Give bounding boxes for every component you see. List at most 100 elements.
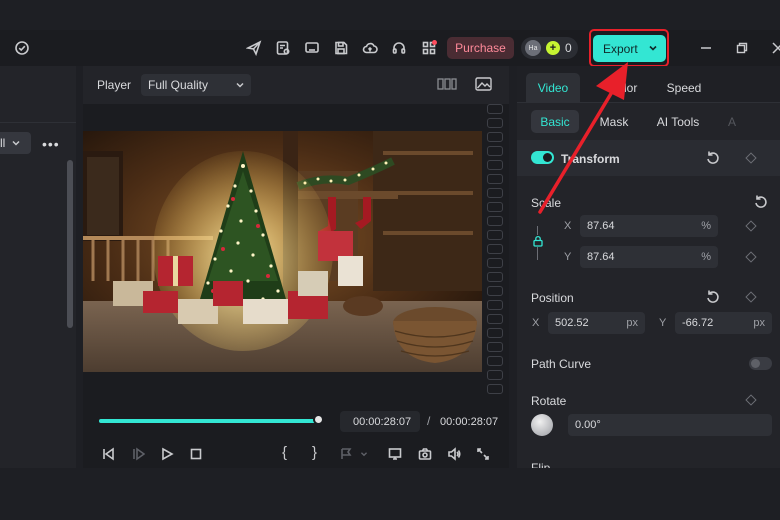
media-panel	[0, 66, 76, 468]
film-strip	[483, 104, 507, 394]
play-icon[interactable]	[158, 445, 176, 463]
film-cell	[487, 202, 503, 212]
tab-divider	[517, 102, 780, 103]
mark-out-button[interactable]: }	[312, 444, 317, 461]
monitor-icon[interactable]	[302, 38, 322, 58]
display-icon[interactable]	[386, 445, 404, 463]
film-cell	[487, 104, 503, 114]
avatar: Ha	[525, 40, 541, 56]
transform-section-header	[517, 140, 780, 176]
film-cell	[487, 160, 503, 170]
reset-icon[interactable]	[705, 150, 721, 166]
path-curve-toggle[interactable]	[749, 357, 772, 370]
scale-x-value: 87.64	[587, 220, 615, 232]
scale-x-label: X	[564, 220, 572, 232]
subtab-basic[interactable]: Basic	[531, 110, 579, 133]
panel-divider	[0, 122, 76, 123]
chevron-down-icon[interactable]	[358, 445, 370, 463]
camera-icon[interactable]	[416, 445, 434, 463]
credits-badge[interactable]: Ha + 0	[521, 37, 578, 59]
chevron-down-icon[interactable]	[648, 43, 658, 53]
headset-icon[interactable]	[389, 38, 409, 58]
transform-label: Transform	[561, 152, 620, 166]
marker-icon[interactable]	[337, 445, 355, 463]
save-icon[interactable]	[331, 38, 351, 58]
player-title: Player	[97, 78, 132, 92]
layout-grid-icon[interactable]	[437, 77, 457, 91]
film-cell	[487, 132, 503, 142]
film-cell	[487, 272, 503, 282]
position-y-unit: px	[753, 317, 765, 329]
progress-handle[interactable]	[313, 414, 324, 425]
film-cell	[487, 384, 503, 394]
cloud-upload-icon[interactable]	[360, 38, 380, 58]
image-icon[interactable]	[474, 76, 494, 92]
top-band	[0, 0, 780, 30]
document-settings-icon[interactable]	[273, 38, 293, 58]
volume-icon[interactable]	[445, 445, 463, 463]
film-cell	[487, 188, 503, 198]
position-y-value: -66.72	[682, 317, 714, 329]
grid-icon[interactable]	[419, 38, 439, 58]
lock-icon[interactable]	[532, 235, 544, 247]
position-x-input[interactable]: 502.52 px	[548, 312, 645, 334]
send-icon[interactable]	[244, 38, 264, 58]
tab-color[interactable]: Color	[596, 73, 650, 102]
reset-icon[interactable]	[753, 194, 769, 210]
film-cell	[487, 244, 503, 254]
quality-value: Full Quality	[148, 78, 209, 92]
scale-x-input[interactable]: 87.64 %	[580, 215, 718, 237]
subtab-mask[interactable]: Mask	[590, 110, 638, 133]
scale-y-input[interactable]: 87.64 %	[580, 246, 718, 268]
previous-frame-icon[interactable]	[99, 445, 117, 463]
subtab-ai-tools[interactable]: AI Tools	[652, 110, 704, 133]
next-frame-icon[interactable]	[129, 445, 147, 463]
more-options-icon[interactable]: •••	[42, 136, 60, 152]
tab-video[interactable]: Video	[526, 73, 580, 102]
chevron-down-icon	[12, 140, 20, 146]
film-cell	[487, 174, 503, 184]
stop-icon[interactable]	[187, 445, 205, 463]
transform-toggle[interactable]	[531, 151, 554, 164]
minimize-icon[interactable]	[696, 38, 716, 58]
check-circle-icon[interactable]	[12, 38, 32, 58]
film-cell	[487, 258, 503, 268]
media-filter-dropdown[interactable]: ll	[0, 132, 31, 154]
film-cell	[487, 118, 503, 128]
bottom-band	[0, 468, 780, 520]
rotate-label: Rotate	[531, 394, 567, 408]
mark-in-button[interactable]: {	[282, 444, 287, 461]
export-label: Export	[603, 41, 638, 56]
scale-y-value: 87.64	[587, 251, 615, 263]
position-y-input[interactable]: -66.72 px	[675, 312, 772, 334]
playback-progress[interactable]	[99, 414, 324, 425]
subtab-more[interactable]: A	[724, 110, 740, 133]
reset-icon[interactable]	[705, 289, 721, 305]
film-cell	[487, 370, 503, 380]
rotate-value: 0.00°	[575, 419, 601, 431]
rotate-input[interactable]: 0.00°	[568, 414, 772, 436]
notification-dot	[432, 40, 437, 45]
media-filter-value: ll	[0, 136, 6, 150]
tab-speed[interactable]: Speed	[657, 73, 711, 102]
close-icon[interactable]	[768, 38, 780, 58]
position-y-label: Y	[659, 317, 667, 329]
media-scrollbar[interactable]	[67, 160, 73, 328]
fullscreen-icon[interactable]	[474, 445, 492, 463]
film-cell	[487, 230, 503, 240]
quality-select[interactable]: Full Quality	[141, 74, 251, 96]
restore-icon[interactable]	[732, 38, 752, 58]
video-preview[interactable]	[83, 131, 482, 372]
flip-label: Flip	[531, 461, 551, 468]
export-button[interactable]: Export	[593, 35, 666, 62]
rotate-dial[interactable]	[531, 414, 553, 436]
current-time: 00:00:28:07	[340, 411, 420, 432]
purchase-button[interactable]: Purchase	[447, 37, 514, 59]
scale-y-label: Y	[564, 251, 572, 263]
coin-icon: +	[546, 41, 560, 55]
film-cell	[487, 342, 503, 352]
total-time: 00:00:28:07	[440, 415, 499, 428]
film-cell	[487, 300, 503, 310]
scale-label: Scale	[531, 196, 562, 210]
position-x-label: X	[532, 317, 540, 329]
